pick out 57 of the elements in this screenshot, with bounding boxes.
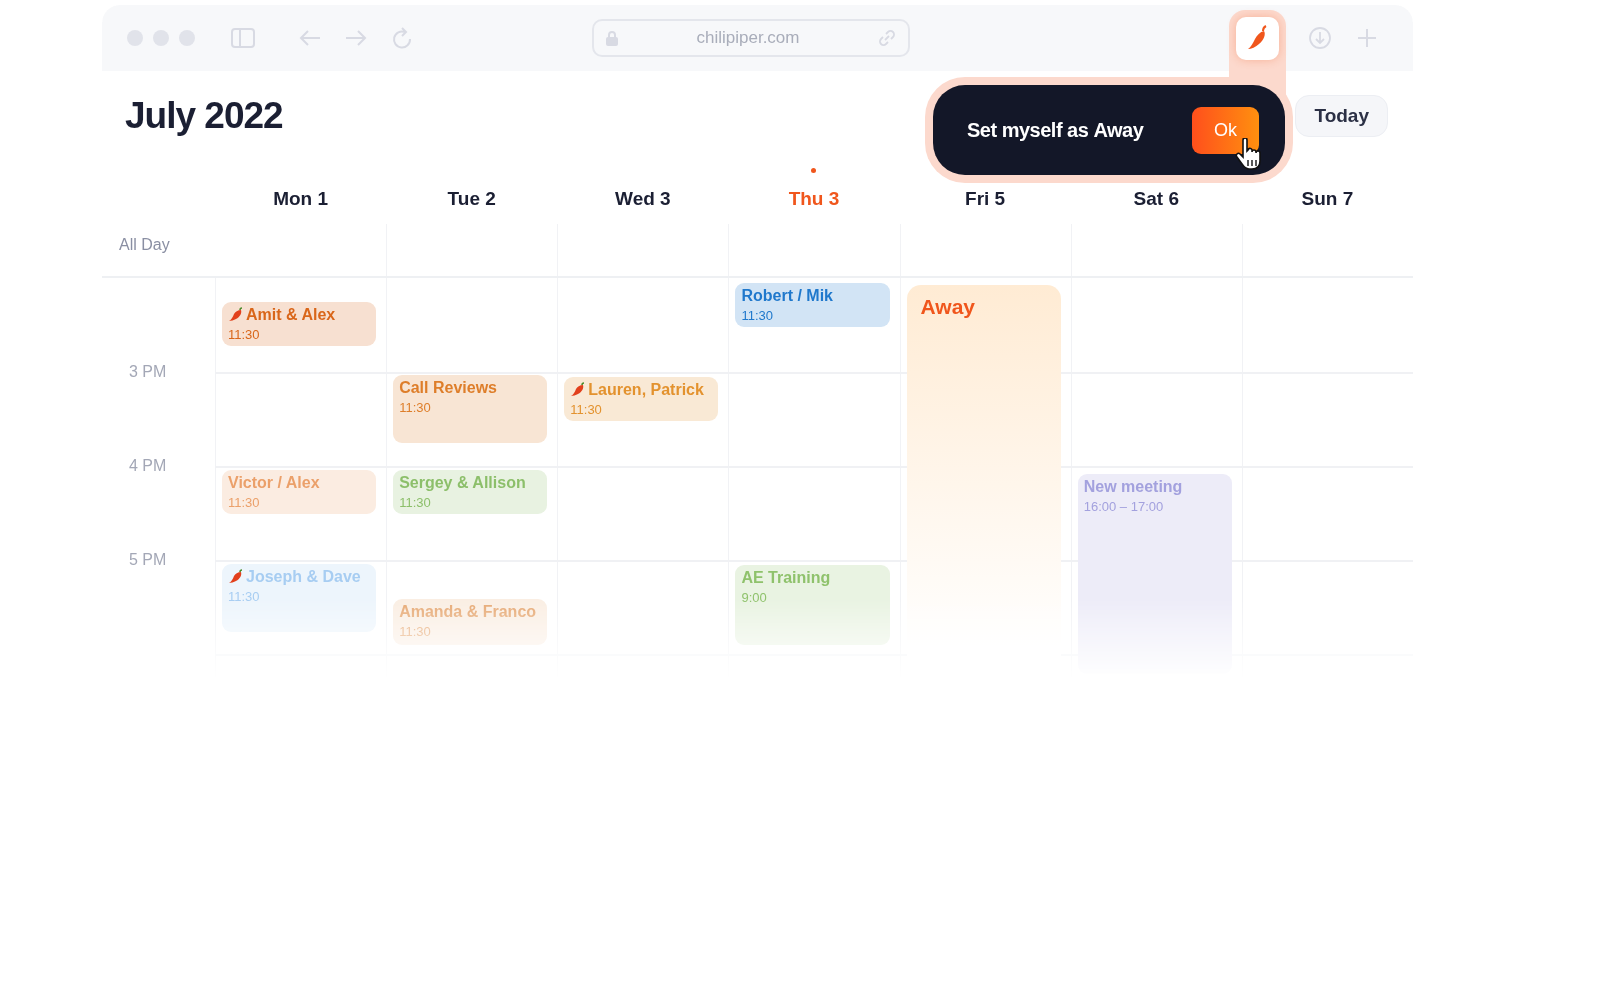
day-header[interactable]: Wed 3 (615, 188, 671, 210)
event-time: 11:30 (399, 400, 432, 415)
forward-arrow-icon[interactable] (345, 29, 367, 47)
reload-icon[interactable] (392, 27, 412, 49)
event-card[interactable]: Victor / Alex 11:30 (222, 470, 377, 514)
popup-message: Set myself as Away (967, 118, 1144, 142)
sidebar-icon[interactable] (231, 28, 255, 48)
day-header[interactable]: Sat 6 (1133, 188, 1179, 210)
event-time: 11:30 (228, 495, 261, 510)
event-card[interactable]: Robert / Mik 11:30 (735, 283, 890, 327)
day-header[interactable]: Fri 5 (965, 188, 1006, 210)
today-button[interactable]: Today (1295, 94, 1388, 137)
today-dot (811, 168, 816, 173)
event-title: New meeting (1083, 478, 1183, 496)
event-title: Lauren, Patrick (588, 381, 704, 399)
month-title: July 2022 (125, 94, 283, 137)
hour-label: 5 PM (129, 551, 167, 569)
event-title: Call Reviews (399, 379, 497, 397)
day-header[interactable]: Sun 7 (1301, 188, 1354, 210)
event-title: Sergey & Allison (399, 474, 526, 492)
event-card[interactable]: Joseph & Dave 11:30 (222, 564, 377, 632)
event-card[interactable]: Call Reviews 11:30 (393, 375, 548, 443)
event-title: Victor / Alex (228, 474, 320, 492)
hand-cursor-icon (1235, 138, 1263, 170)
event-card[interactable]: Amit & Alex 11:30 (222, 302, 377, 346)
day-header[interactable]: Mon 1 (273, 188, 328, 210)
add-tab-icon[interactable] (1357, 28, 1377, 48)
event-title: Amit & Alex (246, 306, 336, 324)
event-time: 11:30 (228, 589, 261, 604)
address-field[interactable]: chilipiper.com (592, 19, 910, 57)
event-time: 11:30 (570, 402, 603, 417)
ok-button[interactable]: Ok (1192, 106, 1259, 154)
hour-label: 3 PM (129, 363, 167, 381)
event-title: Joseph & Dave (246, 568, 361, 586)
download-icon[interactable] (1309, 27, 1331, 49)
back-arrow-icon[interactable] (299, 29, 321, 47)
all-day-label: All Day (118, 235, 171, 255)
event-card[interactable]: Lauren, Patrick 11:30 (564, 377, 719, 421)
event-title: AE Training (741, 569, 831, 587)
link-icon[interactable] (878, 29, 896, 47)
event-card[interactable]: AE Training 9:00 (735, 565, 890, 645)
day-header[interactable]: Tue 2 (447, 188, 496, 210)
event-title: Away (920, 295, 976, 319)
event-card[interactable]: Sergey & Allison 11:30 (393, 470, 548, 514)
hour-label: 4 PM (129, 457, 167, 475)
event-time: 11:30 (228, 327, 261, 342)
day-header[interactable]: Thu 3 (788, 188, 840, 210)
event-title: Amanda & Franco (399, 603, 537, 621)
event-time: 9:00 (741, 590, 768, 605)
event-time: 11:30 (399, 624, 432, 639)
event-time: 11:30 (399, 495, 432, 510)
event-time: 16:00 – 17:00 (1083, 499, 1165, 514)
event-time: 11:30 (741, 308, 774, 323)
lock-icon (606, 30, 618, 46)
extension-button[interactable] (1236, 16, 1279, 60)
event-card[interactable]: Amanda & Franco 11:30 (393, 599, 548, 645)
event-title: Robert / Mik (741, 287, 833, 305)
